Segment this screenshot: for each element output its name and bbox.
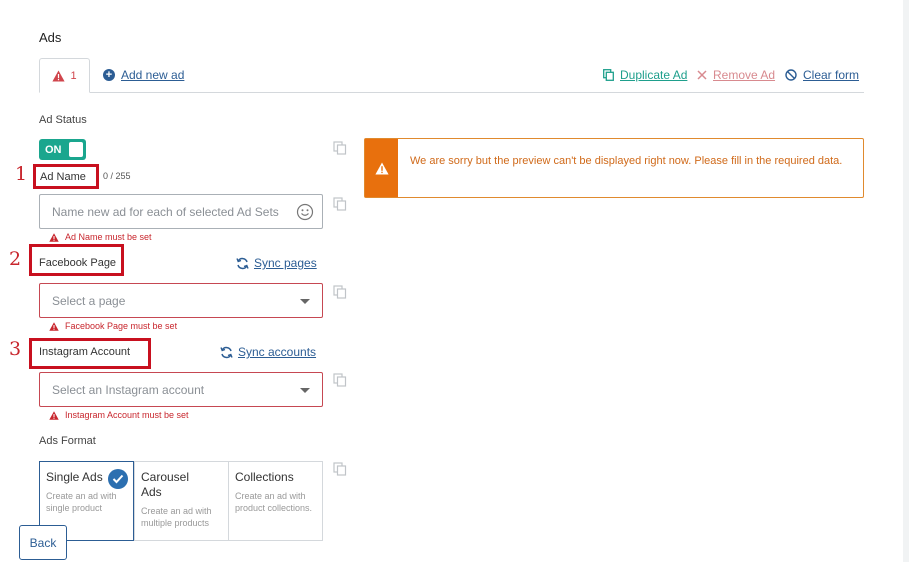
facebook-page-error: Facebook Page must be set [49,321,177,331]
warning-icon [49,410,59,420]
warning-icon [52,70,66,81]
plus-icon: + [103,69,115,81]
instagram-account-placeholder: Select an Instagram account [52,382,205,397]
back-button[interactable]: Back [19,525,67,560]
chevron-down-icon [300,388,310,393]
toggle-text: ON [45,143,62,156]
annotation-number-2: 2 [9,248,22,270]
copy-icon[interactable] [333,285,347,299]
add-new-ad-label: Add new ad [121,68,185,82]
refresh-icon [236,257,249,269]
close-icon [697,70,707,80]
add-new-ad-button[interactable]: + Add new ad [103,68,184,82]
ad-name-label: Ad Name [40,171,86,183]
copy-icon[interactable] [333,197,347,211]
scrollbar-track[interactable] [903,0,909,562]
instagram-account-error-text: Instagram Account must be set [65,410,189,420]
toggle-knob [69,142,83,157]
annotation-number-1: 1 [15,163,28,185]
check-icon [108,469,128,489]
ad-status-toggle[interactable]: ON [39,139,86,160]
format-option-desc: Create an ad with product collections. [235,491,313,513]
ad-name-input[interactable]: Name new ad for each of selected Ad Sets [39,194,323,229]
instagram-account-error: Instagram Account must be set [49,410,189,420]
format-option-title: Single Ads [46,470,103,484]
format-option-collections[interactable]: Collections Create an ad with product co… [228,461,323,541]
chevron-down-icon [300,299,310,304]
ad-name-error-text: Ad Name must be set [65,232,152,242]
facebook-page-error-text: Facebook Page must be set [65,321,178,331]
instagram-account-select[interactable]: Select an Instagram account [39,372,323,407]
tab-count: 1 [70,69,77,82]
copy-icon [603,69,614,81]
ban-icon [785,69,797,81]
remove-ad-button[interactable]: Remove Ad [697,68,775,82]
page-title: Ads [39,30,62,45]
ad-name-counter: 0 / 255 [103,171,131,181]
alert-message: We are sorry but the preview can't be di… [410,155,843,167]
instagram-account-label: Instagram Account [39,346,131,358]
warning-icon [49,321,59,331]
ad-name-error: Ad Name must be set [49,232,152,242]
sync-accounts-label: Sync accounts [238,345,317,359]
warning-icon [374,162,389,174]
format-option-carousel-ads[interactable]: Carousel Ads Create an ad with multiple … [134,461,229,541]
emoji-icon[interactable] [296,203,314,221]
clear-form-label: Clear form [803,68,860,82]
refresh-icon [220,346,233,358]
copy-icon[interactable] [333,373,347,387]
duplicate-ad-label: Duplicate Ad [620,68,688,82]
tab-divider [39,92,864,93]
warning-icon [49,232,59,242]
clear-form-button[interactable]: Clear form [785,68,859,82]
sync-pages-button[interactable]: Sync pages [236,256,317,270]
copy-icon[interactable] [333,141,347,155]
facebook-page-select[interactable]: Select a page [39,283,323,318]
ad-name-placeholder: Name new ad for each of selected Ad Sets [52,204,279,219]
copy-icon[interactable] [333,462,347,476]
facebook-page-label: Facebook Page [39,257,117,269]
duplicate-ad-button[interactable]: Duplicate Ad [603,68,687,82]
format-option-title: Carousel Ads [141,470,190,499]
sync-accounts-button[interactable]: Sync accounts [220,345,316,359]
back-button-label: Back [29,535,57,550]
alert-icon-box [365,139,398,197]
ads-format-label: Ads Format [39,435,96,447]
tab-ad-1[interactable]: 1 [39,58,90,93]
format-option-desc: Create an ad with single product [46,491,117,513]
ad-status-label: Ad Status [39,114,87,126]
format-option-desc: Create an ad with multiple products [141,506,212,528]
remove-ad-label: Remove Ad [713,68,776,82]
format-option-title: Collections [235,470,294,484]
annotation-number-3: 3 [9,338,22,360]
preview-warning-alert: We are sorry but the preview can't be di… [364,138,864,198]
sync-pages-label: Sync pages [254,256,317,270]
facebook-page-placeholder: Select a page [52,293,126,308]
